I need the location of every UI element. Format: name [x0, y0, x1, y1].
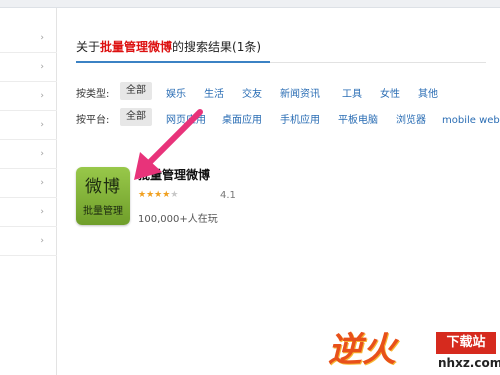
- filter-type-option[interactable]: 生活: [204, 85, 224, 100]
- filter-type-option[interactable]: 新闻资讯: [280, 85, 320, 100]
- filter-platform-option[interactable]: 平板电脑: [338, 111, 378, 126]
- title-underline: [76, 61, 270, 63]
- sidebar-item[interactable]: ›: [0, 198, 57, 227]
- filter-type-option[interactable]: 其他: [418, 85, 438, 100]
- chevron-right-icon: ›: [40, 33, 44, 43]
- watermark-url: nhxz.com: [438, 356, 500, 370]
- sidebar: › › › › › › › ›: [0, 8, 57, 375]
- search-keyword: 批量管理微博: [100, 40, 173, 54]
- filter-platform-option[interactable]: 网页应用: [166, 111, 206, 126]
- filter-type-option[interactable]: 女性: [380, 85, 400, 100]
- rating-value: 4.1: [220, 190, 236, 201]
- star-icon: ★: [146, 190, 155, 200]
- filter-type-option[interactable]: 工具: [342, 85, 362, 100]
- filter-type-option[interactable]: 娱乐: [166, 85, 186, 100]
- watermark-brand: 逆火: [328, 330, 396, 370]
- sidebar-item[interactable]: ›: [0, 169, 57, 198]
- filter-platform-label: 按平台:: [76, 115, 110, 126]
- chevron-right-icon: ›: [40, 149, 44, 159]
- filter-platform-option[interactable]: 桌面应用: [222, 111, 262, 126]
- app-icon-title: 微博: [85, 177, 121, 197]
- sidebar-item[interactable]: ›: [0, 140, 57, 169]
- app-icon[interactable]: 微博 批量管理: [76, 167, 130, 225]
- chevron-right-icon: ›: [40, 91, 44, 101]
- filter-platform-option[interactable]: 手机应用: [280, 111, 320, 126]
- filter-platform-option[interactable]: 浏览器: [396, 111, 426, 126]
- filter-platform-all[interactable]: 全部: [120, 108, 152, 126]
- sidebar-item[interactable]: ›: [0, 53, 57, 82]
- app-name-link[interactable]: 批量管理微博: [138, 166, 210, 183]
- top-bar: [0, 0, 500, 8]
- chevron-right-icon: ›: [40, 236, 44, 246]
- sidebar-item[interactable]: ›: [0, 227, 57, 256]
- watermark-logo: 逆火 下载站 nhxz.com: [324, 318, 500, 375]
- filter-platform-option[interactable]: mobile web手: [442, 111, 500, 126]
- chevron-right-icon: ›: [40, 62, 44, 72]
- filter-platform-row: 按平台: 全部 网页应用 桌面应用 手机应用 平板电脑 浏览器 mobile w…: [76, 108, 500, 126]
- title-suffix: 的搜索结果(1条): [172, 40, 262, 54]
- sidebar-item[interactable]: ›: [0, 82, 57, 111]
- filter-type-all[interactable]: 全部: [120, 82, 152, 100]
- star-rating: ★★★★★: [138, 190, 178, 200]
- chevron-right-icon: ›: [40, 207, 44, 217]
- sidebar-item[interactable]: ›: [0, 111, 57, 140]
- title-prefix: 关于: [76, 40, 101, 54]
- sidebar-item[interactable]: ›: [0, 24, 57, 53]
- search-results-title: 关于批量管理微博的搜索结果(1条): [76, 38, 261, 55]
- star-icon: ★: [138, 190, 147, 200]
- player-count: 100,000+人在玩: [138, 214, 218, 225]
- chevron-right-icon: ›: [40, 178, 44, 188]
- chevron-right-icon: ›: [40, 120, 44, 130]
- star-icon: ★: [170, 190, 179, 200]
- app-icon-subtitle: 批量管理: [83, 206, 123, 217]
- filter-type-label: 按类型:: [76, 89, 110, 100]
- filter-type-option[interactable]: 交友: [242, 85, 262, 100]
- watermark-box: 下载站: [436, 332, 496, 354]
